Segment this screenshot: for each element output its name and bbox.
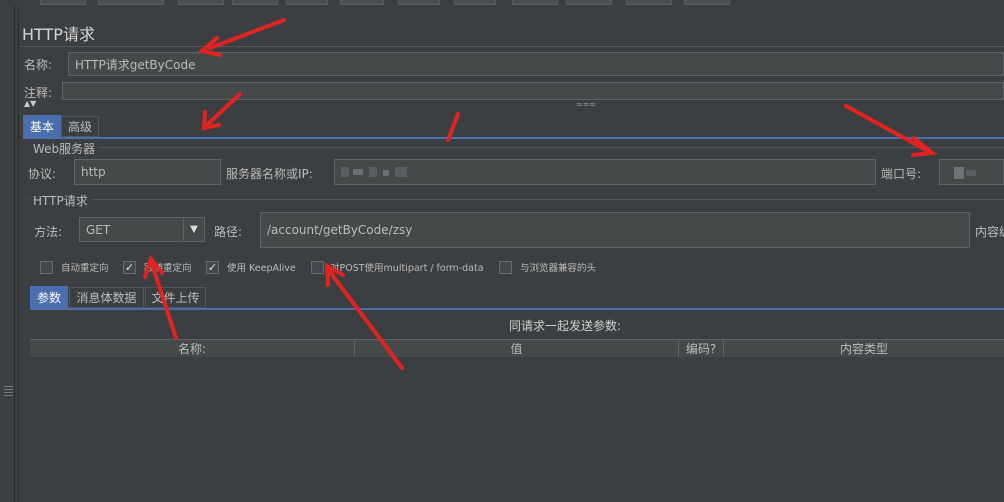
annotation-arrow [197,18,286,57]
annotation-arrow [143,254,178,340]
annotation-arrow [844,104,937,157]
annotation-arrow [201,92,242,131]
annotation-arrow [324,262,404,370]
annotation-arrows [143,18,937,370]
annotation-arrow [446,112,460,142]
